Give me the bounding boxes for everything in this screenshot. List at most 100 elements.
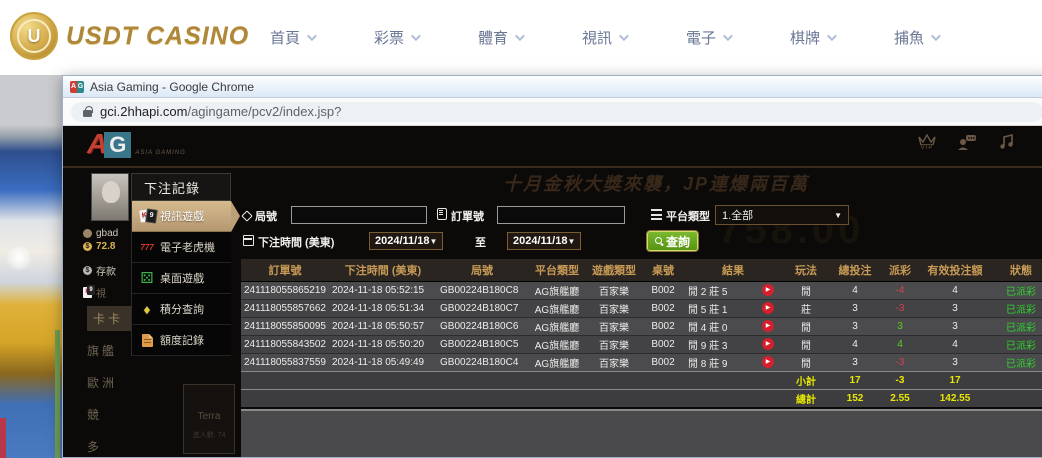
- replay-icon[interactable]: ▶: [762, 320, 774, 332]
- sidebar-item-slots[interactable]: 電子老虎機: [132, 232, 231, 263]
- window-title: Asia Gaming - Google Chrome: [90, 80, 254, 94]
- date-from-select[interactable]: 2024/11/18▼: [369, 232, 443, 250]
- order-no-input[interactable]: [497, 206, 625, 224]
- record-sidebar-menu: 視訊遊戲 電子老虎機 桌面遊戲 積分查詢: [131, 201, 231, 356]
- table-header-row: 訂單號 下注時間 (美東) 局號 平台類型 遊戲類型 桌號 結果 玩法 總投注 …: [241, 259, 1042, 281]
- round-no-input[interactable]: [291, 206, 427, 224]
- brand-name: USDT CASINO: [66, 22, 249, 51]
- nav-item-live[interactable]: 視訊: [552, 27, 656, 48]
- nav-item-fishing[interactable]: 捕魚: [864, 27, 968, 48]
- dice-icon: [139, 270, 155, 286]
- table-row: 241118055857662 2024-11-18 05:51:34 GB00…: [241, 299, 1042, 317]
- chrome-popup-window: Asia Gaming - Google Chrome gci.2hhapi.c…: [62, 75, 1042, 458]
- status-badge: 已派彩: [989, 353, 1042, 371]
- balance-row: $ 72.8: [83, 241, 115, 252]
- promo-marquee: 十月金秋大獎來襲，JP連爆兩百萬: [503, 170, 809, 196]
- bet-records-table: 訂單號 下注時間 (美東) 局號 平台類型 遊戲類型 桌號 結果 玩法 總投注 …: [241, 259, 1042, 407]
- deposit-icon: $: [83, 266, 92, 275]
- chevron-down-icon: [619, 31, 629, 41]
- hall-tab-europe: 歐洲: [87, 374, 143, 391]
- document-icon: [142, 334, 153, 347]
- vip-crown-icon[interactable]: VIP: [915, 134, 939, 151]
- user-icon: [83, 229, 92, 238]
- sidebar-item-video-games[interactable]: 視訊遊戲: [132, 201, 231, 232]
- screen: U USDT CASINO 首頁 彩票 體育 視訊 電子 棋牌 捕魚 Asia …: [0, 0, 1042, 458]
- coin-icon: $: [83, 242, 92, 251]
- ag-header-icons: VIP: [915, 134, 1019, 151]
- url-field[interactable]: gci.2hhapi.com/agingame/pcv2/index.jsp?: [71, 102, 1042, 122]
- order-no-label: 訂單號: [437, 208, 484, 224]
- date-to-select[interactable]: 2024/11/18▼: [507, 232, 581, 250]
- subtotal-row: 小計 17 -3 17: [241, 371, 1042, 389]
- table-row: 241118055837559 2024-11-18 05:49:49 GB00…: [241, 353, 1042, 371]
- dropdown-arrow-icon: ▼: [834, 211, 842, 220]
- art-detail: [55, 330, 60, 458]
- status-badge: 已派彩: [989, 281, 1042, 299]
- sidebar-item-table-games[interactable]: 桌面遊戲: [132, 263, 231, 294]
- bet-time-label: 下注時間 (美東): [243, 234, 334, 250]
- date-to-label: 至: [475, 234, 486, 250]
- platform-type-select[interactable]: 1.全部 ▼: [715, 205, 849, 225]
- tag-icon: [241, 210, 252, 221]
- chevron-down-icon: [411, 31, 421, 41]
- platform-type-label: 平台類型: [651, 208, 710, 224]
- replay-icon[interactable]: ▶: [762, 284, 774, 296]
- round-no-label: 局號: [243, 208, 277, 224]
- nav-item-sports[interactable]: 體育: [448, 27, 552, 48]
- game-tile-background: Terra 進人數: 74: [183, 384, 235, 454]
- chevron-down-icon: [931, 31, 941, 41]
- address-bar: gci.2hhapi.com/agingame/pcv2/index.jsp?: [63, 98, 1042, 126]
- platform-icon: [651, 209, 662, 220]
- dropdown-arrow-icon: ▼: [429, 237, 437, 246]
- deposit-button[interactable]: $ 存款: [83, 263, 116, 278]
- panel-title: 下注記錄: [131, 173, 231, 201]
- dropdown-arrow-icon: ▼: [567, 237, 575, 246]
- video-tab-fragment: K 視: [83, 285, 106, 300]
- clipboard-icon: [437, 208, 447, 220]
- status-badge: 已派彩: [989, 299, 1042, 317]
- gem-icon: [139, 301, 155, 317]
- search-button[interactable]: 查詢: [647, 231, 698, 251]
- window-titlebar[interactable]: Asia Gaming - Google Chrome: [63, 76, 1042, 98]
- casino-art-background: [0, 75, 62, 458]
- music-icon[interactable]: [995, 134, 1019, 150]
- nav-item-cards[interactable]: 棋牌: [760, 27, 864, 48]
- sidebar-item-points-query[interactable]: 積分查詢: [132, 294, 231, 325]
- table-empty-area: [241, 409, 1042, 457]
- coin-logo-icon: U: [10, 12, 58, 60]
- ag-favicon: [70, 81, 84, 93]
- cards-icon: K: [83, 287, 92, 298]
- lock-icon[interactable]: [83, 106, 92, 117]
- nav-item-slots[interactable]: 電子: [656, 27, 760, 48]
- sidebar-item-quota-record[interactable]: 額度記錄: [132, 325, 231, 356]
- ag-body: 十月金秋大獎來襲，JP連爆兩百萬 758.00 gbad $ 72.8 $: [63, 168, 1042, 457]
- slot-777-icon: [139, 239, 155, 255]
- table-row: 241118055850095 2024-11-18 05:50:57 GB00…: [241, 317, 1042, 335]
- hall-tab-jing: 競: [87, 406, 143, 423]
- chevron-down-icon: [827, 31, 837, 41]
- ag-page: A G ASIA GAMING VIP: [63, 126, 1042, 457]
- replay-icon[interactable]: ▶: [762, 338, 774, 350]
- total-row: 總計 152 2.55 142.55: [241, 389, 1042, 407]
- nav-item-lottery[interactable]: 彩票: [344, 27, 448, 48]
- nav-item-home[interactable]: 首頁: [240, 27, 344, 48]
- ag-logo[interactable]: A G ASIA GAMING: [87, 130, 186, 158]
- table-row: 241118055865219 2024-11-18 05:52:15 GB00…: [241, 281, 1042, 299]
- chat-support-icon[interactable]: [955, 134, 979, 150]
- site-logo[interactable]: U USDT CASINO: [10, 12, 249, 60]
- replay-icon[interactable]: ▶: [762, 356, 774, 368]
- chevron-down-icon: [723, 31, 733, 41]
- status-badge: 已派彩: [989, 335, 1042, 353]
- calendar-icon: [243, 235, 254, 246]
- chevron-down-icon: [515, 31, 525, 41]
- playing-cards-icon: [139, 208, 155, 224]
- user-avatar[interactable]: [91, 173, 129, 221]
- site-header: U USDT CASINO 首頁 彩票 體育 視訊 電子 棋牌 捕魚: [0, 0, 1042, 75]
- diamond-sparkle: [6, 245, 32, 271]
- username-row: gbad: [83, 228, 118, 239]
- replay-icon[interactable]: ▶: [762, 302, 774, 314]
- magnifier-icon: [655, 237, 663, 245]
- art-detail: [0, 418, 6, 458]
- ag-topbar: A G ASIA GAMING VIP: [63, 126, 1042, 168]
- hall-tab-duo: 多: [87, 438, 143, 455]
